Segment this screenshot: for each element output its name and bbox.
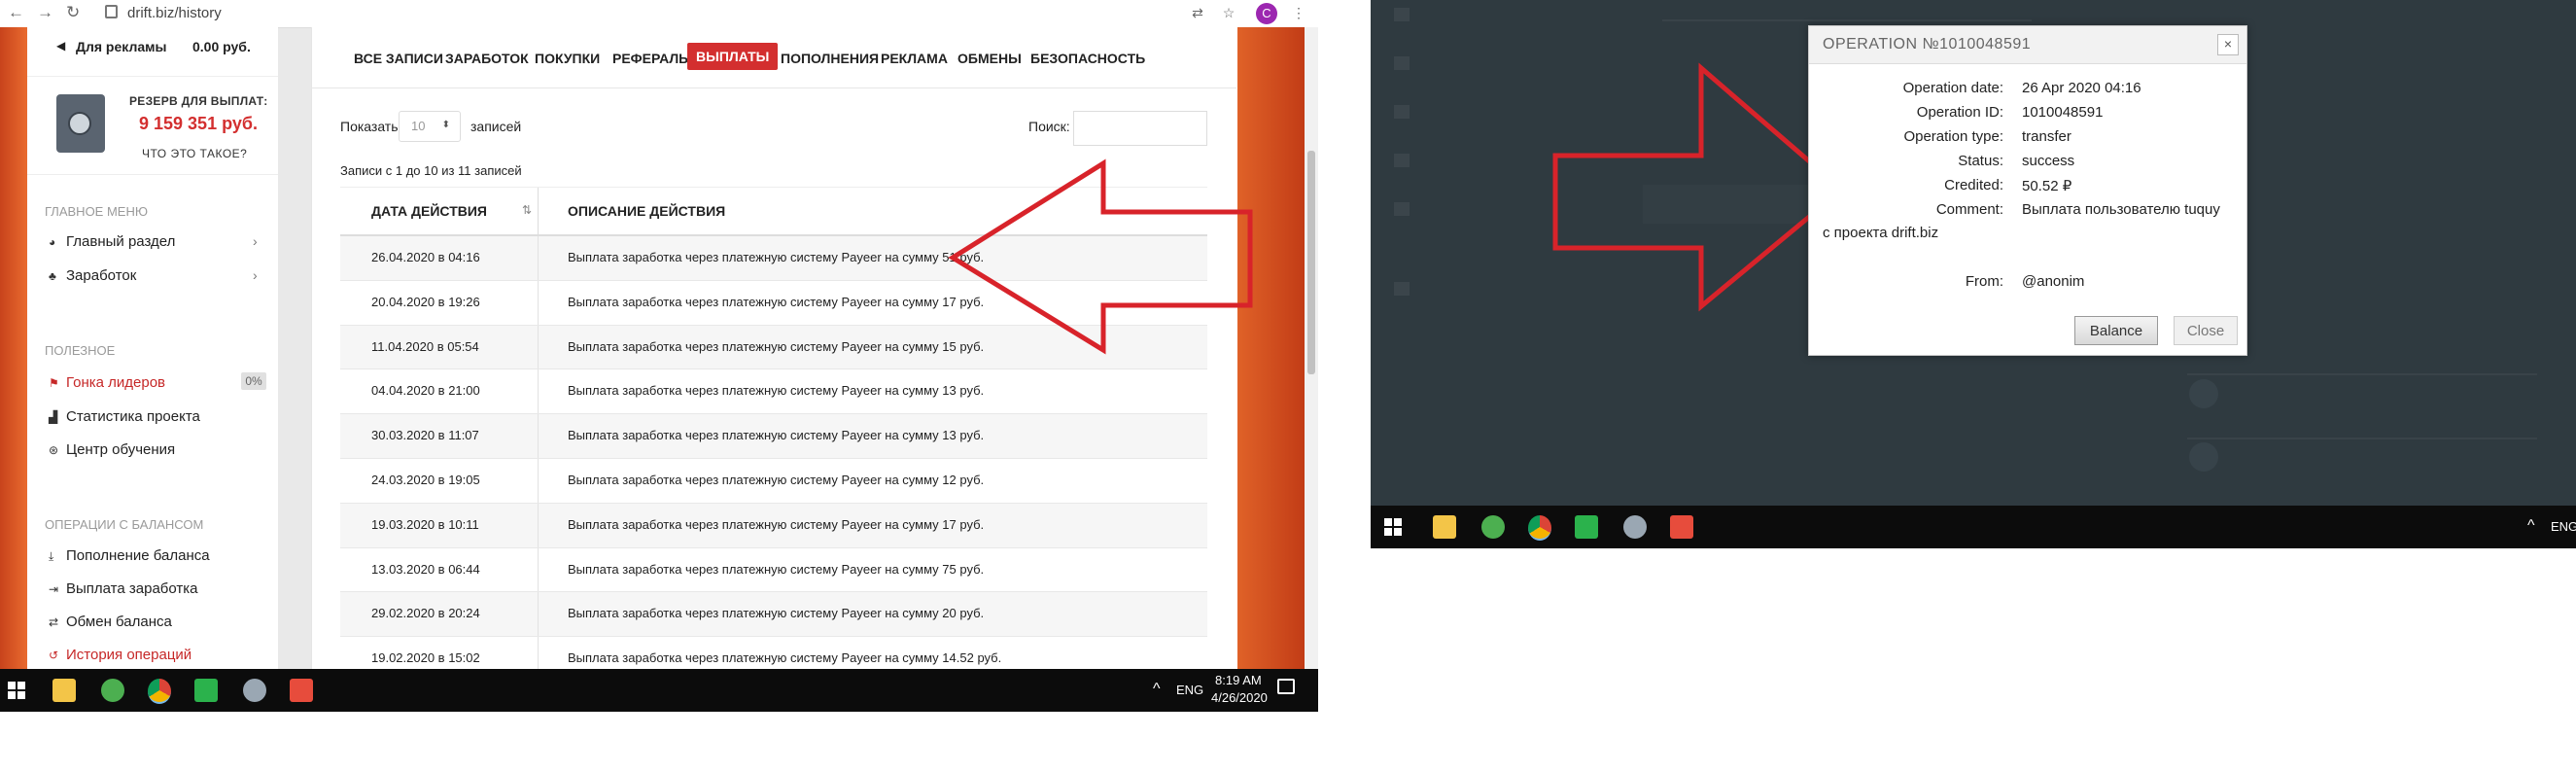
field-label: Status: bbox=[1958, 153, 2003, 169]
file-explorer-icon[interactable] bbox=[1433, 515, 1456, 539]
field-label: Comment: bbox=[1935, 201, 2003, 218]
language-indicator[interactable]: ENG bbox=[2551, 519, 2576, 534]
field-label: Operation date: bbox=[1902, 80, 2003, 96]
clock-time[interactable]: 8:19 AM bbox=[1215, 673, 1262, 687]
dialog-title: OPERATION №1010048591 bbox=[1823, 36, 2032, 53]
close-button[interactable]: Close bbox=[2174, 316, 2238, 345]
paint-icon[interactable] bbox=[1623, 515, 1647, 539]
windows-start-icon[interactable] bbox=[8, 682, 25, 699]
field-label: Operation ID: bbox=[1916, 104, 2003, 121]
chrome-icon[interactable] bbox=[1528, 515, 1551, 541]
chrome-icon[interactable] bbox=[148, 679, 171, 704]
field-from: @anonim bbox=[2022, 273, 2085, 290]
camtasia-icon[interactable] bbox=[1575, 515, 1598, 539]
recorder-icon[interactable] bbox=[1670, 515, 1693, 539]
field-comment: Выплата пользователю tuquy bbox=[2022, 201, 2220, 218]
clock-date[interactable]: 4/26/2020 bbox=[1211, 690, 1268, 705]
language-indicator[interactable]: ENG bbox=[1176, 683, 1203, 697]
field-credited: 50.52 ₽ bbox=[2022, 178, 2072, 194]
camtasia-icon[interactable] bbox=[194, 679, 218, 702]
paint-icon[interactable] bbox=[243, 679, 266, 702]
notification-icon[interactable] bbox=[1277, 679, 1295, 694]
right-screenshot: OPERATION №1010048591 × Operation date: … bbox=[1371, 0, 2576, 548]
field-comment-continued: с проекта drift.biz bbox=[1823, 225, 1939, 241]
dialog-header: OPERATION №1010048591 × bbox=[1809, 26, 2246, 64]
taskbar: ^ ENG bbox=[1371, 506, 2576, 548]
app-green-icon[interactable] bbox=[101, 679, 124, 702]
operation-dialog: OPERATION №1010048591 × Operation date: … bbox=[1808, 25, 2247, 356]
field-label: From: bbox=[1965, 273, 2003, 290]
app-green-icon[interactable] bbox=[1481, 515, 1505, 539]
windows-start-icon[interactable] bbox=[1384, 518, 1402, 536]
chevron-up-icon[interactable]: ^ bbox=[2527, 517, 2535, 535]
field-operation-date: 26 Apr 2020 04:16 bbox=[2022, 80, 2141, 96]
chevron-up-icon[interactable]: ^ bbox=[1153, 681, 1161, 698]
field-label: Credited: bbox=[1944, 177, 2003, 193]
field-label: Operation type: bbox=[1903, 128, 2003, 145]
close-icon[interactable]: × bbox=[2217, 34, 2239, 55]
field-operation-type: transfer bbox=[2022, 128, 2071, 145]
file-explorer-icon[interactable] bbox=[52, 679, 76, 702]
taskbar: ^ ENG 8:19 AM 4/26/2020 bbox=[0, 669, 1318, 712]
recorder-icon[interactable] bbox=[290, 679, 313, 702]
balance-button[interactable]: Balance bbox=[2074, 316, 2158, 345]
field-status: success bbox=[2022, 153, 2075, 169]
left-screenshot: ← → ↻ drift.biz/history ⇄ ☆ C ⋮ ◀ Для ре… bbox=[0, 0, 1318, 712]
field-operation-id: 1010048591 bbox=[2022, 104, 2104, 121]
arrow-annotation-left bbox=[948, 158, 1253, 355]
